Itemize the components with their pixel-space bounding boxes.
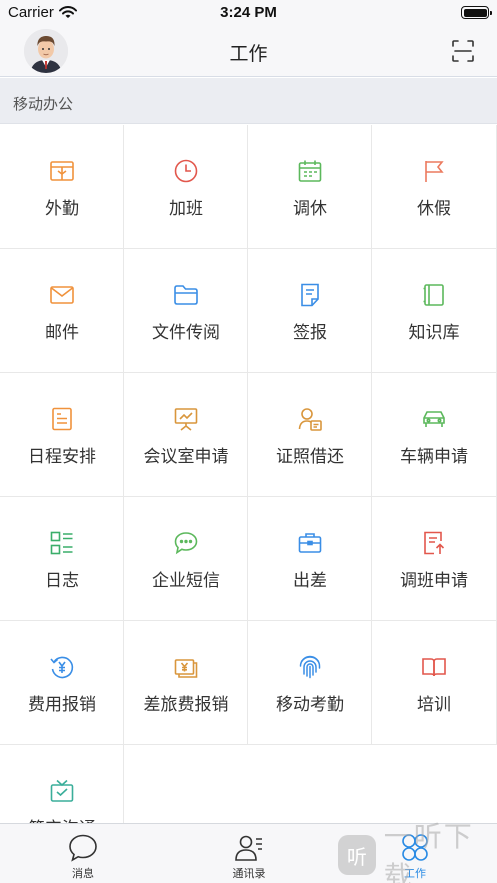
document-sign-icon <box>301 283 319 307</box>
battery-icon <box>461 6 492 19</box>
tab-messages[interactable]: 消息 <box>0 824 166 883</box>
app-label: 邮件 <box>45 323 79 342</box>
navigation-bar: 工作 <box>0 26 497 77</box>
app-label: 出差 <box>293 571 327 590</box>
folder-icon <box>174 285 198 305</box>
app-label: 车辆申请 <box>400 447 468 466</box>
app-tile-time-off[interactable]: 调休 <box>248 125 372 249</box>
app-label: 培训 <box>417 695 451 714</box>
tab-contacts[interactable]: 通讯录 <box>166 824 332 883</box>
app-label: 日志 <box>45 571 79 590</box>
app-label: 日程安排 <box>28 447 96 466</box>
app-tile-file-circulation[interactable]: 文件传阅 <box>124 249 248 373</box>
app-label: 证照借还 <box>276 447 344 466</box>
app-label: 签报 <box>293 323 327 342</box>
app-tile-travel-reimbursement[interactable]: 差旅费报销 <box>124 621 248 745</box>
app-tile-mail[interactable]: 邮件 <box>0 249 124 373</box>
app-tile-schedule[interactable]: 日程安排 <box>0 373 124 497</box>
app-tile-business-trip[interactable]: 出差 <box>248 497 372 621</box>
license-icon <box>298 408 322 431</box>
open-book-icon <box>422 658 446 677</box>
app-tile-vacation[interactable]: 休假 <box>372 125 497 249</box>
tab-label: 通讯录 <box>232 868 266 880</box>
tab-bar: 消息 通讯录 工作 <box>0 823 497 883</box>
briefcase-icon <box>298 533 322 553</box>
app-tile-enterprise-sms[interactable]: 企业短信 <box>124 497 248 621</box>
app-label: 知识库 <box>408 323 460 342</box>
contacts-tab-icon <box>235 835 262 861</box>
app-tile-shift-request[interactable]: 调班申请 <box>372 497 497 621</box>
schedule-icon <box>52 407 72 431</box>
app-tile-field-work[interactable]: 外勤 <box>0 125 124 249</box>
tab-label: 工作 <box>404 868 426 880</box>
app-tile-sign-report[interactable]: 签报 <box>248 249 372 373</box>
app-label: 简宝沟通 <box>0 814 124 823</box>
app-tile-training[interactable]: 培训 <box>372 621 497 745</box>
app-tile-vehicle-request[interactable]: 车辆申请 <box>372 373 497 497</box>
work-tab-icon <box>402 834 428 861</box>
message-tab-icon <box>69 834 97 862</box>
fingerprint-icon <box>299 655 321 679</box>
app-label: 休假 <box>417 199 451 218</box>
app-label: 调休 <box>293 199 327 218</box>
app-tile-expense-reimbursement[interactable]: 费用报销 <box>0 621 124 745</box>
status-time: 3:24 PM <box>220 4 277 21</box>
app-tile-license-borrow[interactable]: 证照借还 <box>248 373 372 497</box>
scan-icon[interactable] <box>451 39 475 63</box>
app-tile-meeting-room[interactable]: 会议室申请 <box>124 373 248 497</box>
app-label: 差旅费报销 <box>143 695 229 714</box>
section-header: 移动办公 <box>0 78 497 124</box>
app-label: 文件传阅 <box>152 323 220 342</box>
log-list-icon <box>50 531 73 555</box>
clock-icon <box>174 159 198 183</box>
app-label: 外勤 <box>45 199 79 218</box>
chat-gift-icon <box>50 779 74 802</box>
tab-work[interactable]: 工作 <box>332 824 497 883</box>
app-tile-jianbao-chat[interactable]: 简宝沟通 <box>0 745 124 823</box>
app-label: 加班 <box>169 199 203 218</box>
yen-refund-icon <box>50 656 74 679</box>
app-label: 会议室申请 <box>143 447 229 466</box>
app-label: 调班申请 <box>400 571 468 590</box>
mail-icon <box>50 286 74 304</box>
section-title: 移动办公 <box>13 96 74 113</box>
app-grid: 外勤 加班 调休 休假 邮件 文件传阅 签报 知识库 日程安排 会议室申请 证照… <box>0 125 497 823</box>
book-icon <box>423 284 444 306</box>
app-label: 移动考勤 <box>276 695 344 714</box>
app-tile-mobile-attendance[interactable]: 移动考勤 <box>248 621 372 745</box>
app-tile-overtime[interactable]: 加班 <box>124 125 248 249</box>
flag-icon <box>425 161 444 182</box>
field-work-icon <box>50 161 74 181</box>
car-icon <box>423 411 445 427</box>
page-title: 工作 <box>229 44 268 65</box>
shift-request-icon <box>424 531 445 555</box>
meeting-board-icon <box>174 408 198 431</box>
yen-bill-icon <box>174 659 198 678</box>
app-label: 费用报销 <box>28 695 96 714</box>
message-bubble-icon <box>174 532 198 555</box>
calendar-icon <box>298 160 322 182</box>
tab-label: 消息 <box>72 868 94 880</box>
app-label: 企业短信 <box>152 571 220 590</box>
status-bar: Carrier 3:24 PM <box>0 0 497 26</box>
app-tile-log[interactable]: 日志 <box>0 497 124 621</box>
app-tile-knowledge-base[interactable]: 知识库 <box>372 249 497 373</box>
